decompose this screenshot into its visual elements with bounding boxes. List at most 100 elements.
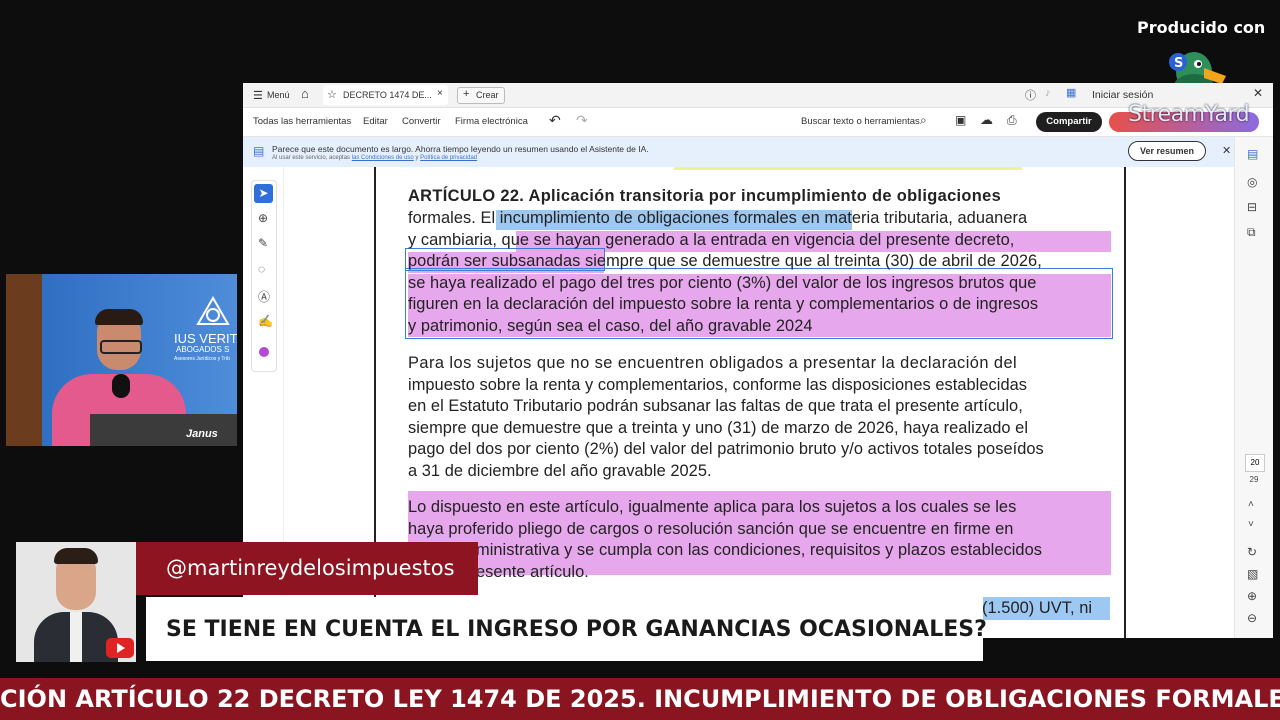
highlight-yellow-top — [674, 167, 1022, 170]
ticker-text: CIÓN ARTÍCULO 22 DECRETO LEY 1474 DE 202… — [0, 685, 1280, 713]
new-tab-label: Crear — [476, 90, 499, 100]
search-icon[interactable]: ⌕ — [920, 113, 927, 128]
ai-banner-sub-prefix: Al usar este servicio, aceptas — [272, 155, 351, 161]
doc-line: pago del dos por ciento (2%) del valor d… — [408, 440, 1044, 458]
all-tools-button[interactable]: Todas las herramientas — [253, 116, 351, 127]
edit-button[interactable]: Editar — [363, 116, 388, 127]
help-icon[interactable]: ⓘ — [1025, 87, 1036, 103]
highlight-pen-icon[interactable]: ✎ — [258, 236, 268, 250]
color-picker-icon[interactable] — [259, 347, 269, 357]
doc-line: ARTÍCULO 22. Aplicación transitoria por … — [408, 187, 1002, 205]
annotation-toolstrip: ➤ ⊕ ✎ ◌ Ⓐ ✍ — [251, 180, 277, 372]
share-button[interactable]: Compartir — [1036, 112, 1102, 132]
tab-bar: ☰ Menú ⌂ ☆ DECRETO 1474 DE... × + Crear … — [243, 83, 1273, 108]
host-hair — [54, 548, 98, 564]
signature-icon[interactable]: ✍ — [258, 314, 273, 328]
doc-line: podrán ser subsanadas siempre que se dem… — [408, 252, 1042, 270]
undo-icon[interactable]: ↶ — [549, 112, 561, 129]
menu-label[interactable]: Menú — [267, 90, 290, 100]
home-icon[interactable]: ⌂ — [301, 86, 309, 101]
doc-line: impuesto sobre la renta y complementario… — [408, 376, 1028, 394]
redo-icon[interactable]: ↷ — [576, 112, 588, 129]
logo-line-1: IUS VERITA — [174, 331, 237, 346]
doc-line: siempre que demuestre que a treinta y un… — [408, 419, 1029, 437]
question-text: SE TIENE EN CUENTA EL INGRESO POR GANANC… — [166, 617, 987, 642]
doc-line: (1.500) UVT, ni — [982, 599, 1093, 617]
lasso-draw-icon[interactable]: ◌ — [258, 262, 265, 276]
host-photo — [16, 542, 136, 662]
convert-button[interactable]: Convertir — [402, 116, 441, 127]
presenter-glasses — [100, 340, 142, 354]
logo-line-3: Asesores Jurídicos y Trib — [174, 356, 230, 362]
right-tool-panel: ▤ ◎ ⊟ ⧉ 20 29 ˄ ˅ ↻ ▧ ⊕ ⊖ — [1234, 137, 1273, 638]
host-shirt — [70, 612, 82, 662]
print-icon[interactable]: ⎙ — [1007, 113, 1017, 128]
streamyard-watermark: StreamYard — [1128, 102, 1250, 127]
presenter-hair — [95, 309, 143, 325]
select-cursor-icon[interactable]: ➤ — [254, 184, 273, 203]
channel-handle-banner: @martinreydelosimpuestos — [136, 542, 478, 595]
refresh-icon[interactable]: ↻ — [1247, 545, 1257, 559]
ai-banner-subtext: Al usar este servicio, aceptas las Condi… — [272, 155, 477, 161]
plus-icon: + — [463, 88, 470, 100]
doc-line: esente artículo. — [476, 563, 589, 581]
page-margin-right — [1134, 167, 1234, 638]
pdf-page: ARTÍCULO 22. Aplicación transitoria por … — [374, 167, 1134, 638]
mic-brand-label: Janus — [186, 428, 218, 440]
doc-line: ministrativa y se cumpla con las condici… — [476, 541, 1042, 559]
close-tab-icon[interactable]: × — [437, 88, 443, 99]
produced-with-label: Producido con — [1137, 18, 1266, 37]
text-box-icon[interactable]: Ⓐ — [258, 288, 270, 305]
privacy-link[interactable]: Política de privacidad — [420, 155, 477, 161]
tab-document-title: DECRETO 1474 DE... — [343, 90, 432, 100]
comment-icon[interactable]: ⊕ — [258, 211, 268, 225]
save-icon[interactable]: ▣ — [955, 113, 966, 127]
new-tab-button[interactable]: + Crear — [457, 87, 505, 104]
main-toolbar: Todas las herramientas Editar Convertir … — [243, 108, 1273, 137]
apps-grid-icon[interactable]: ▦ — [1066, 86, 1076, 99]
ai-assistant-banner: ▤ Parece que este documento es largo. Ah… — [243, 137, 1273, 167]
doc-line: haya proferido pliego de cargos o resolu… — [408, 520, 1014, 538]
zoom-in-icon[interactable]: ⊕ — [1247, 589, 1257, 603]
hamburger-menu-icon[interactable]: ☰ — [253, 89, 263, 102]
news-ticker: CIÓN ARTÍCULO 22 DECRETO LEY 1474 DE 202… — [0, 678, 1280, 720]
document-icon[interactable]: ▧ — [1247, 567, 1258, 581]
youtube-icon — [106, 638, 134, 658]
ai-chat-icon[interactable]: ▤ — [1247, 147, 1258, 161]
doc-line: se haya realizado el pago del tres por c… — [408, 274, 1037, 292]
ai-assistant-icon: ▤ — [253, 144, 265, 158]
sign-in-link[interactable]: Iniciar sesión — [1092, 89, 1153, 101]
ius-veritas-logo — [196, 296, 230, 325]
window-close-icon[interactable]: ✕ — [1253, 86, 1263, 100]
question-banner: SE TIENE EN CUENTA EL INGRESO POR GANANC… — [146, 597, 987, 661]
page-up-icon[interactable]: ˄ — [1248, 499, 1254, 510]
comments-icon[interactable]: ◎ — [1247, 175, 1257, 189]
current-page-number[interactable]: 20 — [1245, 454, 1265, 472]
logo-line-2: ABOGADOS S — [176, 345, 230, 354]
terms-link[interactable]: las Condiciones de uso — [352, 155, 414, 161]
door-frame — [6, 274, 42, 446]
ai-banner-message: Parece que este documento es largo. Ahor… — [272, 144, 649, 154]
cloud-upload-icon[interactable]: ☁ — [980, 112, 993, 128]
star-icon[interactable]: ☆ — [327, 88, 337, 101]
zoom-out-icon[interactable]: ⊖ — [1247, 611, 1257, 625]
doc-line: Para los sujetos que no se encuentren ob… — [408, 354, 1018, 372]
webcam-feed: IUS VERITA ABOGADOS S Asesores Jurídicos… — [6, 274, 237, 446]
total-pages-number: 29 — [1249, 475, 1259, 484]
esign-button[interactable]: Firma electrónica — [455, 116, 528, 127]
pages-icon[interactable]: ⧉ — [1247, 225, 1256, 240]
doc-line: en el Estatuto Tributario podrán subsana… — [408, 397, 1023, 415]
doc-line: Lo dispuesto en este artículo, igualment… — [408, 498, 1017, 516]
page-down-icon[interactable]: ˅ — [1248, 519, 1254, 530]
view-summary-button[interactable]: Ver resumen — [1128, 141, 1206, 161]
doc-line: a 31 de diciembre del año gravable 2025. — [408, 462, 712, 480]
bookmark-icon[interactable]: ⊟ — [1247, 200, 1257, 214]
microphone-icon — [112, 374, 130, 398]
bell-icon[interactable]: ♪ — [1045, 87, 1051, 99]
tab-document[interactable]: ☆ DECRETO 1474 DE... × — [323, 85, 448, 105]
search-tools-field[interactable]: Buscar texto o herramientas — [801, 116, 920, 127]
doc-line: formales. El incumplimiento de obligacio… — [408, 209, 1028, 227]
doc-line: figuren en la declaración del impuesto s… — [408, 295, 1039, 313]
ai-banner-sub-join: y — [415, 155, 419, 161]
close-banner-icon[interactable]: ✕ — [1222, 144, 1231, 157]
